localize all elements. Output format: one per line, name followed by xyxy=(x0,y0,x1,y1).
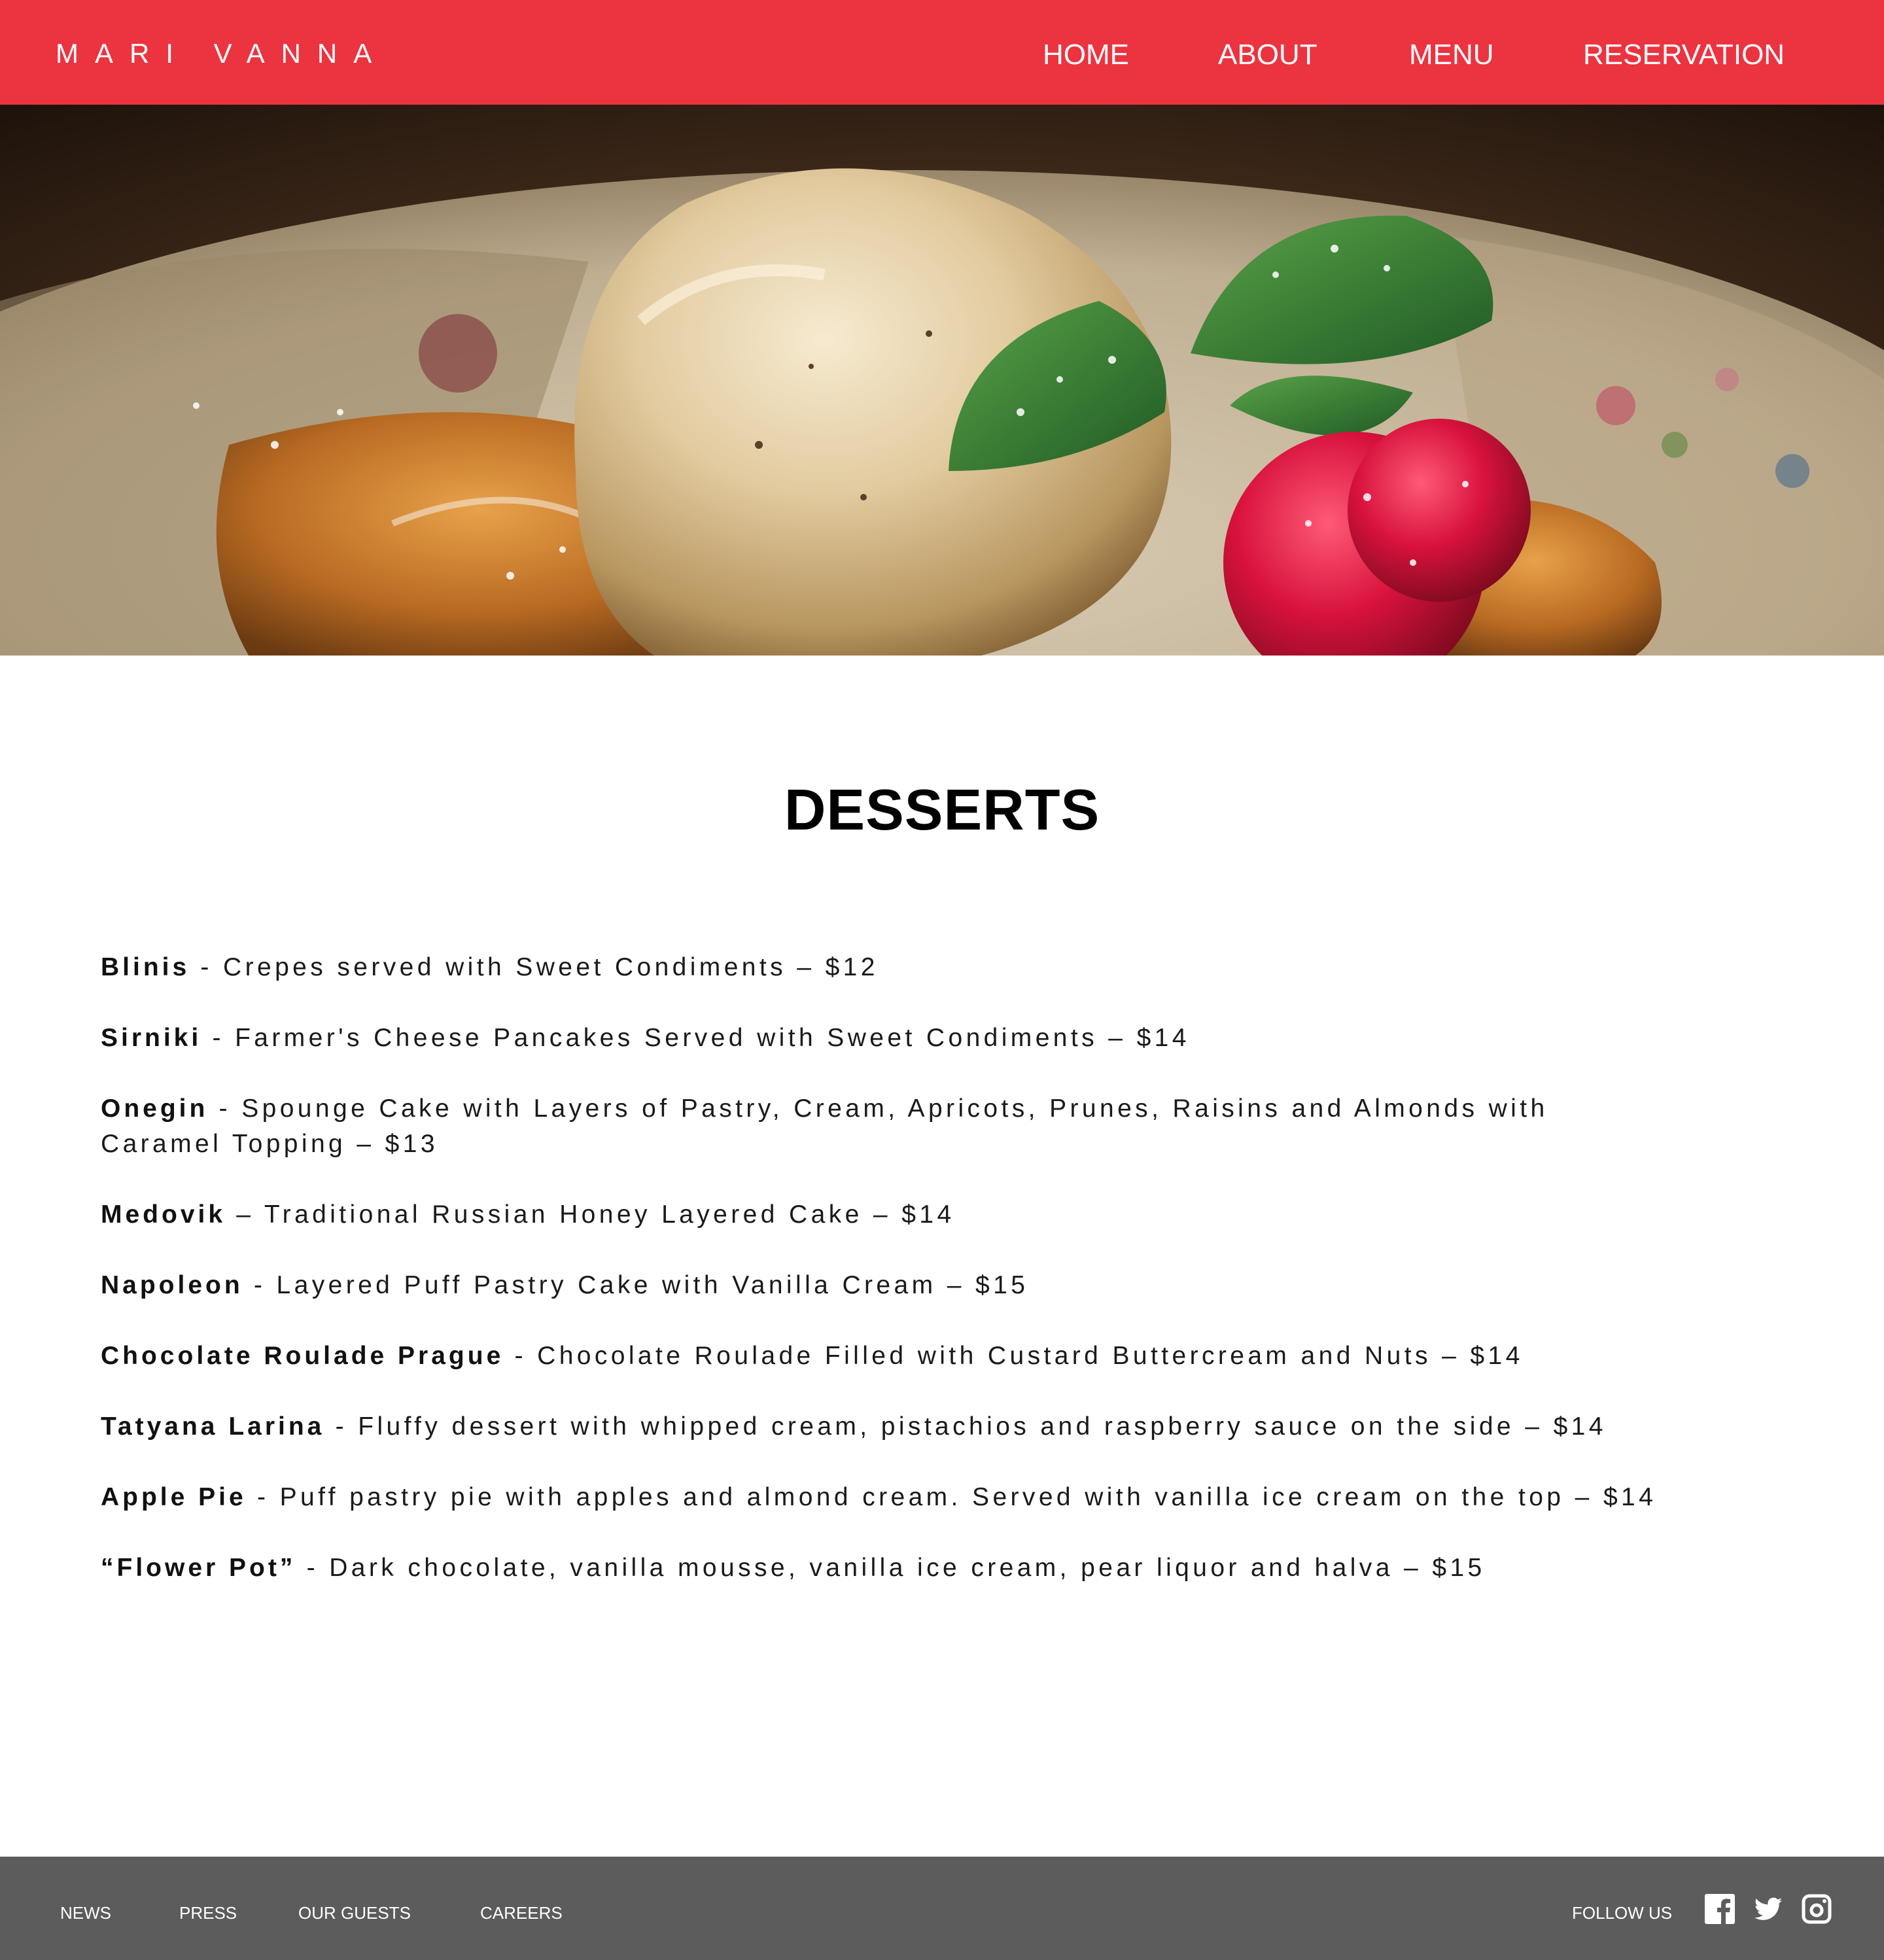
footer-careers-link[interactable]: CAREERS xyxy=(480,1903,563,1923)
menu-item-name: “Flower Pot” xyxy=(101,1554,296,1582)
page-title: DESSERTS xyxy=(784,777,1100,842)
nav-about-link[interactable]: ABOUT xyxy=(1218,39,1317,71)
follow-us-label: FOLLOW US xyxy=(1572,1903,1673,1923)
menu-item-description: – Traditional Russian Honey Layered Cake… xyxy=(226,1200,955,1229)
menu-item-description: - Dark chocolate, vanilla mousse, vanill… xyxy=(296,1554,1486,1582)
nav-menu-link[interactable]: MENU xyxy=(1409,39,1494,71)
menu-item-description: - Fluffy dessert with whipped cream, pis… xyxy=(324,1412,1607,1441)
footer-press-link[interactable]: PRESS xyxy=(179,1903,237,1923)
menu-item: Apple Pie - Puff pastry pie with apples … xyxy=(101,1480,1723,1515)
nav-home-link[interactable]: HOME xyxy=(1043,39,1129,71)
footer-our-guests-link[interactable]: OUR GUESTS xyxy=(298,1903,411,1923)
menu-item-name: Chocolate Roulade Prague xyxy=(101,1342,504,1370)
menu-item-description: - Chocolate Roulade Filled with Custard … xyxy=(504,1342,1524,1370)
footer-news-link[interactable]: NEWS xyxy=(60,1903,111,1923)
menu-item-description: - Farmer's Cheese Pancakes Served with S… xyxy=(201,1024,1190,1052)
menu-item-description: - Layered Puff Pastry Cake with Vanilla … xyxy=(243,1271,1029,1299)
menu-item-name: Apple Pie xyxy=(101,1483,247,1511)
nav-reservation-link[interactable]: RESERVATION xyxy=(1583,39,1785,71)
menu-item-name: Sirniki xyxy=(101,1024,202,1052)
menu-item: Napoleon - Layered Puff Pastry Cake with… xyxy=(101,1268,1723,1303)
menu-item-description: - Crepes served with Sweet Condiments – … xyxy=(190,953,879,981)
hero-image xyxy=(0,105,1884,656)
menu-item-description: - Spounge Cake with Layers of Pastry, Cr… xyxy=(101,1094,1548,1158)
top-nav-bar: MARI VANNA HOME ABOUT MENU RESERVATION xyxy=(0,0,1884,105)
menu-item: Onegin - Spounge Cake with Layers of Pas… xyxy=(101,1091,1671,1162)
menu-item: Tatyana Larina - Fluffy dessert with whi… xyxy=(101,1409,1723,1444)
menu-item: “Flower Pot” - Dark chocolate, vanilla m… xyxy=(101,1550,1723,1586)
menu-item: Sirniki - Farmer's Cheese Pancakes Serve… xyxy=(101,1021,1723,1056)
menu-item-name: Medovik xyxy=(101,1200,226,1229)
menu-item-name: Tatyana Larina xyxy=(101,1412,325,1441)
menu-item-name: Blinis xyxy=(101,953,190,981)
menu-item-name: Onegin xyxy=(101,1094,209,1123)
menu-item: Medovik – Traditional Russian Honey Laye… xyxy=(101,1197,1723,1233)
facebook-icon[interactable] xyxy=(1705,1894,1735,1924)
site-logo[interactable]: MARI VANNA xyxy=(56,38,388,69)
dessert-menu-list: Blinis - Crepes served with Sweet Condim… xyxy=(101,950,1723,1621)
menu-item-description: - Puff pastry pie with apples and almond… xyxy=(246,1483,1657,1511)
instagram-icon[interactable] xyxy=(1802,1894,1832,1924)
twitter-icon[interactable] xyxy=(1753,1894,1783,1924)
menu-item: Chocolate Roulade Prague - Chocolate Rou… xyxy=(101,1339,1723,1374)
menu-item: Blinis - Crepes served with Sweet Condim… xyxy=(101,950,1723,985)
menu-item-name: Napoleon xyxy=(101,1271,243,1299)
site-footer: NEWS PRESS OUR GUESTS CAREERS FOLLOW US xyxy=(0,1857,1884,1960)
